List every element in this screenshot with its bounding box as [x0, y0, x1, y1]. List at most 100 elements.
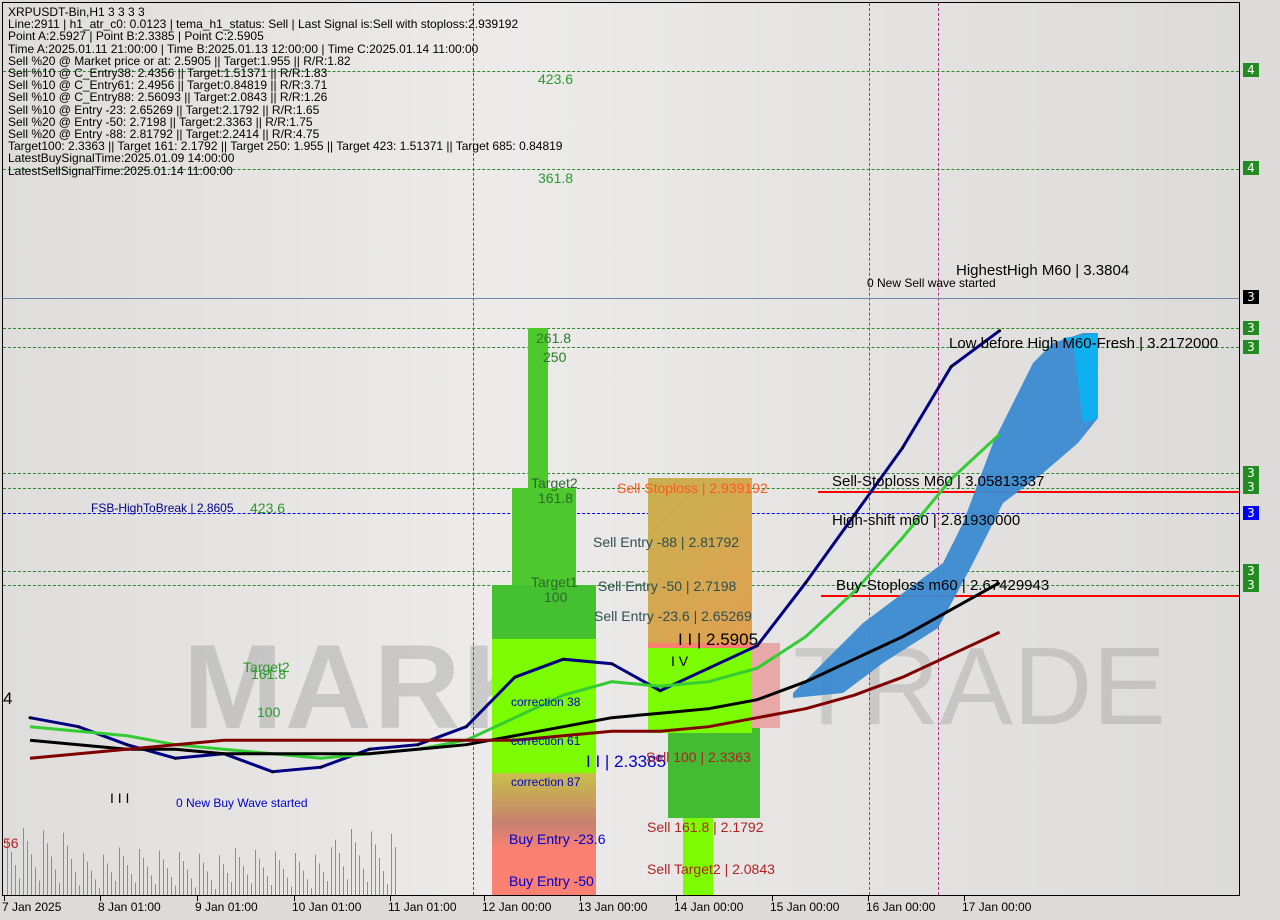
volume-bar: [23, 827, 24, 895]
volume-bar: [303, 870, 304, 895]
x-tick-label: 11 Jan 01:00: [388, 900, 457, 914]
x-tick-label: 8 Jan 01:00: [98, 900, 161, 914]
volume-bar: [259, 858, 260, 895]
volume-bar: [167, 868, 168, 895]
data-point: [513, 675, 517, 679]
sell-stoploss-m60-label: Sell-Stoploss M60 | 3.05813337: [832, 473, 1045, 490]
wave-iii-label: I I I: [110, 790, 130, 806]
data-point: [28, 716, 32, 720]
volume-bar: [139, 849, 140, 895]
volume-bar: [339, 853, 340, 895]
correction-87-label: correction 87: [511, 775, 581, 789]
buy-stoploss-m60-label: Buy-Stoploss m60 | 2.67429943: [836, 577, 1050, 594]
volume-bar: [255, 849, 256, 895]
data-point: [707, 666, 711, 670]
data-point: [658, 689, 662, 693]
volume-bar: [307, 879, 308, 895]
volume-bar: [379, 857, 380, 895]
volume-bar: [127, 865, 128, 895]
sell-100-label: Sell 100 | 2.3363: [646, 749, 751, 765]
volume-bar: [267, 876, 268, 895]
volume-bar: [15, 865, 16, 895]
volume-bar: [347, 879, 348, 895]
x-tick-label: 9 Jan 01:00: [195, 900, 258, 914]
volume-bar: [239, 857, 240, 895]
data-point: [367, 747, 371, 751]
correction-61-label: correction 61: [511, 734, 581, 748]
volume-bar: [31, 854, 32, 895]
volume-bar: [215, 889, 216, 895]
fib-label: 161.8: [251, 666, 287, 682]
volume-bar: [363, 868, 364, 895]
volume-bar: [391, 833, 392, 895]
volume-bar: [27, 841, 28, 895]
fib-label: 423.6: [250, 500, 286, 516]
x-tick-label: 10 Jan 01:00: [292, 900, 362, 914]
fsb-label: FSB-HighToBreak | 2.8605: [91, 501, 234, 515]
volume-bar: [159, 850, 160, 895]
data-point: [561, 657, 565, 661]
x-tick-label: 12 Jan 00:00: [482, 900, 552, 914]
volume-bar: [295, 853, 296, 895]
volume-bar: [343, 866, 344, 895]
volume-bar: [35, 867, 36, 895]
chart-plot-area[interactable]: MARK TRADE XRPUSDT-Bin,H1 3 3 3 3 Line:2…: [2, 2, 1240, 896]
volume-bar: [243, 865, 244, 895]
volume-bar: [247, 874, 248, 895]
volume-bar: [175, 885, 176, 895]
buy-entry-50-label: Buy Entry -50: [509, 873, 594, 889]
sell-stoploss-label: Sell Stoploss | 2.939192: [617, 480, 768, 496]
volume-bar: [111, 872, 112, 895]
volume-bar: [331, 847, 332, 895]
fib-label: 100: [257, 704, 281, 720]
volume-bar: [107, 863, 108, 895]
data-point: [416, 743, 420, 747]
target1-label: Target1: [531, 574, 578, 590]
info-line: Time A:2025.01.11 21:00:00 | Time B:2025…: [8, 41, 479, 56]
volume-bar: [135, 882, 136, 895]
price-tag: 3: [1243, 290, 1259, 304]
point-c-label: I I | 2.5905: [678, 630, 759, 649]
volume-bar: [351, 829, 352, 895]
volume-bar: [287, 877, 288, 895]
volume-bar: [355, 842, 356, 895]
volume-bar: [39, 880, 40, 895]
fib-label: 161.8: [538, 490, 574, 506]
x-tick-label: 17 Jan 00:00: [962, 900, 1032, 914]
volume-bar: [63, 832, 64, 895]
info-line: LatestSellSignalTime:2025.01.14 11:00:00: [8, 163, 233, 178]
x-tick-label: 7 Jan 2025: [2, 900, 62, 914]
volume-bar: [43, 830, 44, 895]
price-tag: 3: [1243, 506, 1259, 520]
price-axis[interactable]: [1241, 0, 1280, 900]
new-sell-wave-label: 0 New Sell wave started: [867, 276, 996, 290]
data-point: [125, 743, 129, 747]
x-tick-label: 15 Jan 00:00: [770, 900, 840, 914]
volume-bar: [47, 843, 48, 895]
sell-target2-label: Sell Target2 | 2.0843: [647, 861, 775, 877]
volume-bar: [11, 851, 12, 895]
volume-bar: [71, 859, 72, 895]
volume-bar: [291, 886, 292, 895]
high-shift-label: High-shift m60 | 2.81930000: [832, 512, 1021, 529]
volume-bar: [323, 872, 324, 895]
volume-bar: [95, 879, 96, 895]
info-line: Point A:2.5927 | Point B:2.3385 | Point …: [8, 29, 264, 44]
info-line: LatestBuySignalTime:2025.01.09 14:00:00: [8, 151, 235, 166]
volume-bar: [87, 861, 88, 895]
fib-label: 250: [543, 349, 567, 365]
volume-bar: [311, 888, 312, 895]
volume-bar: [199, 853, 200, 895]
volume-bar: [19, 878, 20, 895]
price-tag: 3: [1243, 564, 1259, 578]
volume-bar: [231, 881, 232, 895]
volume-bar: [271, 885, 272, 895]
volume-bar: [219, 855, 220, 895]
sell-entry-88-label: Sell Entry -88 | 2.81792: [593, 534, 740, 550]
volume-bar: [375, 844, 376, 895]
data-point: [173, 756, 177, 760]
new-buy-wave-label: 0 New Buy Wave started: [176, 796, 308, 810]
data-point: [804, 581, 808, 585]
volume-bar: [187, 869, 188, 895]
volume-bar: [103, 854, 104, 895]
